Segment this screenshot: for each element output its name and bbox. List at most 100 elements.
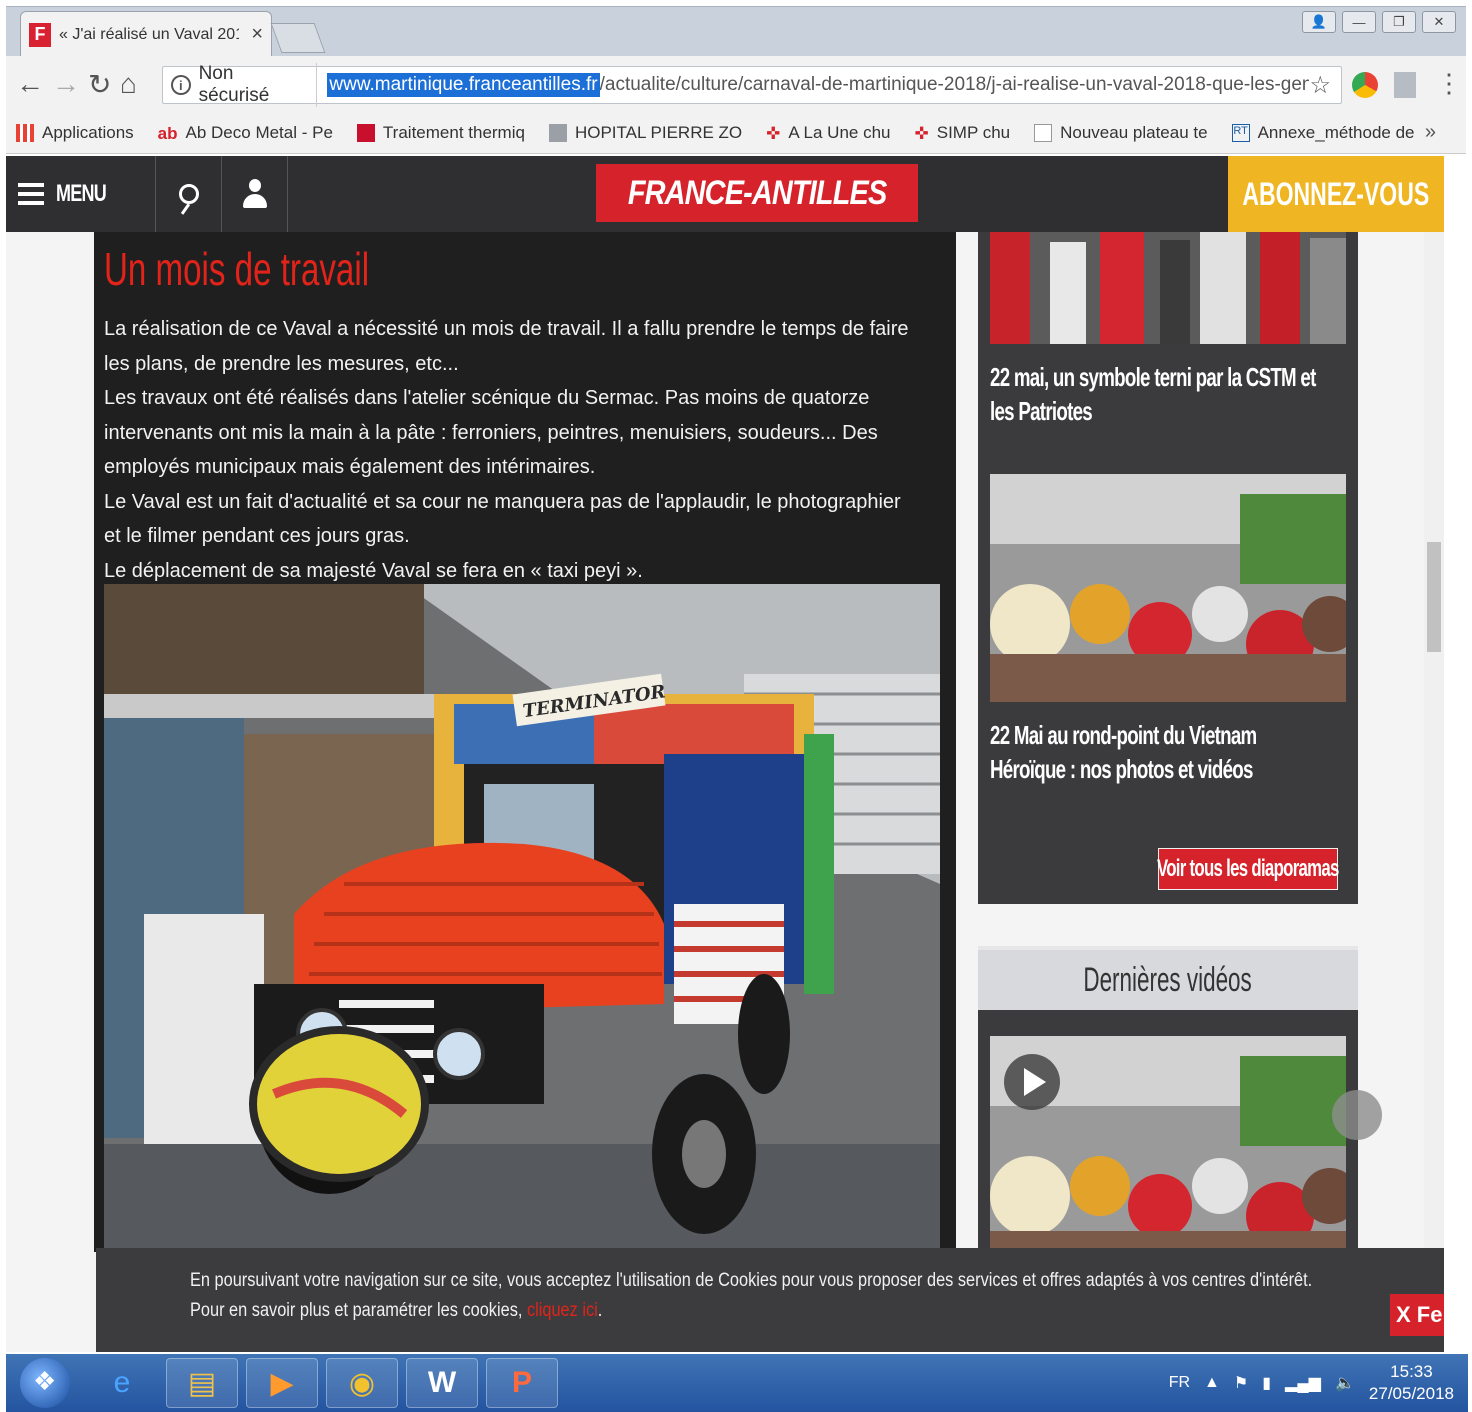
account-button[interactable] — [222, 156, 288, 232]
bookmark-item[interactable]: ✜ A La Une chu — [766, 123, 890, 143]
restore-button[interactable]: ❐ — [1382, 11, 1416, 33]
bookmark-item[interactable]: Nouveau plateau te — [1034, 123, 1208, 143]
powerpoint-icon[interactable]: P — [486, 1358, 558, 1408]
volume-icon[interactable]: 🔈 — [1335, 1373, 1355, 1393]
action-center-flag-icon[interactable]: ⚑ — [1234, 1373, 1248, 1393]
url-host[interactable]: www.martinique.franceantilles.fr — [327, 73, 600, 97]
bookmark-item[interactable]: ✜ SIMP chu — [914, 123, 1010, 143]
network-icon[interactable]: ▂▄▆ — [1285, 1373, 1321, 1393]
clock-date: 27/05/2018 — [1368, 1384, 1454, 1403]
start-button[interactable] — [20, 1358, 70, 1408]
bookmark-favicon-icon — [356, 123, 375, 142]
article-paragraph: Le déplacement de sa majesté Vaval se fe… — [104, 559, 643, 582]
slideshow-thumbnail[interactable] — [990, 232, 1346, 344]
page-icon — [1034, 123, 1053, 142]
system-tray: FR ▲ ⚑ ▮ ▂▄▆ 🔈 15:33 27/05/2018 — [1169, 1354, 1454, 1412]
article-photo: TERMINATOR — [104, 584, 940, 1252]
cross-logo-icon: ✜ — [766, 123, 781, 143]
rt-logo-icon: RT — [1231, 123, 1250, 142]
language-indicator[interactable]: FR — [1169, 1374, 1190, 1392]
home-icon[interactable]: ⌂ — [120, 68, 137, 100]
bookmark-item[interactable]: Traitement thermiq — [356, 123, 525, 143]
site-header: MENU FRANCE-ANTILLES ABONNEZ-VOUS — [6, 156, 1444, 232]
bookmark-star-icon[interactable]: ☆ — [1309, 71, 1331, 100]
forward-arrow-icon[interactable]: → — [52, 68, 80, 100]
close-tab-icon[interactable]: × — [251, 23, 263, 46]
new-tab-button[interactable] — [270, 23, 326, 53]
bookmark-favicon-icon — [548, 123, 567, 142]
info-icon[interactable]: i — [171, 75, 191, 95]
close-window-button[interactable]: ✕ — [1422, 11, 1456, 33]
bookmark-item[interactable]: ab Ab Deco Metal - Pe — [158, 123, 333, 143]
ab-logo-icon: ab — [157, 123, 178, 143]
bookmarks-bar: Applications ab Ab Deco Metal - Pe Trait… — [6, 112, 1466, 154]
scrollbar-thumb[interactable] — [1427, 542, 1441, 652]
extension-icon[interactable] — [1394, 72, 1416, 98]
article-paragraph: La réalisation de ce Vaval a nécessité u… — [104, 318, 909, 375]
search-button[interactable] — [156, 156, 222, 232]
crowd-photo — [990, 232, 1346, 344]
chrome-icon[interactable]: ◉ — [326, 1358, 398, 1408]
cookie-settings-link[interactable]: cliquez ici — [527, 1300, 598, 1321]
subscribe-button[interactable]: ABONNEZ-VOUS — [1228, 156, 1444, 232]
slideshow-caption[interactable]: 22 Mai au rond-point du Vietnam Héroïque… — [990, 718, 1328, 786]
bookmark-item[interactable]: HOPITAL PIERRE ZO — [548, 122, 743, 143]
video-thumbnail[interactable] — [990, 1036, 1346, 1276]
address-bar[interactable]: i Non sécurisé www.martinique.franceanti… — [162, 63, 1342, 107]
search-icon — [178, 184, 199, 204]
more-bookmarks-icon[interactable]: » — [1425, 121, 1436, 144]
cookie-text: En poursuivant votre navigation sur ce s… — [190, 1266, 1351, 1326]
bookmark-label: Applications — [42, 122, 134, 142]
security-status[interactable]: Non sécurisé — [199, 63, 318, 107]
menu-button[interactable]: MENU — [6, 156, 156, 232]
article: Un mois de travail La réalisation de ce … — [94, 232, 956, 1252]
apps-grid-icon — [16, 123, 34, 142]
cross-logo-icon: ✜ — [914, 123, 929, 143]
cookie-close-button[interactable]: X Fermer — [1390, 1294, 1444, 1336]
vaval-taxi-photo: TERMINATOR — [104, 584, 940, 1252]
word-icon[interactable]: W — [406, 1358, 478, 1408]
browser-tab-strip: F « J'ai réalisé un Vaval 201 × 👤 — ❐ ✕ — [6, 6, 1466, 57]
hamburger-icon — [18, 183, 44, 205]
cookie-line-text: Pour en savoir plus et paramétrer les co… — [190, 1300, 523, 1321]
see-all-label: Voir tous les diaporamas — [1157, 855, 1339, 882]
browser-menu-icon[interactable]: ⋮ — [1436, 68, 1462, 99]
battery-icon[interactable]: ▮ — [1262, 1373, 1271, 1393]
bookmark-label: Ab Deco Metal - Pe — [185, 122, 333, 142]
site-favicon-icon: F — [29, 22, 51, 47]
show-hidden-icons-icon[interactable]: ▲ — [1204, 1374, 1220, 1392]
extension-icon[interactable] — [1352, 72, 1378, 98]
article-body: La réalisation de ce Vaval a nécessité u… — [104, 312, 922, 588]
file-explorer-icon[interactable]: ▤ — [166, 1358, 238, 1408]
minimize-button[interactable]: — — [1342, 11, 1376, 33]
see-all-slideshows-button[interactable]: Voir tous les diaporamas — [1157, 848, 1340, 890]
bookmark-label: SIMP chu — [936, 122, 1011, 142]
carousel-next-button[interactable] — [1332, 1090, 1382, 1140]
slideshow-thumbnail[interactable] — [990, 474, 1346, 702]
menu-label: MENU — [56, 180, 107, 207]
profile-button[interactable]: 👤 — [1302, 11, 1336, 33]
tab-title: « J'ai réalisé un Vaval 201 — [59, 25, 239, 43]
page-scrollbar[interactable]: ▼ — [1424, 232, 1444, 1352]
site-logo[interactable]: FRANCE-ANTILLES — [596, 164, 918, 222]
slideshow-sidebar: 22 mai, un symbole terni par la CSTM et … — [978, 232, 1358, 904]
crowd-photo — [990, 474, 1346, 702]
bookmark-label: HOPITAL PIERRE ZO — [574, 122, 743, 142]
cookie-line: Pour en savoir plus et paramétrer les co… — [190, 1296, 1351, 1326]
internet-explorer-icon[interactable]: e — [86, 1358, 158, 1408]
clock[interactable]: 15:33 27/05/2018 — [1369, 1361, 1454, 1405]
bookmark-applications[interactable]: Applications — [16, 123, 134, 143]
play-icon[interactable] — [1004, 1054, 1060, 1110]
article-section-title: Un mois de travail — [104, 243, 370, 295]
browser-tab[interactable]: F « J'ai réalisé un Vaval 201 × — [20, 11, 272, 57]
bookmark-item[interactable]: RT Annexe_méthode de — [1231, 123, 1414, 143]
back-arrow-icon[interactable]: ← — [16, 68, 44, 100]
latest-videos-title: Dernières vidéos — [1083, 960, 1253, 999]
reload-icon[interactable]: ↻ — [88, 68, 111, 101]
media-player-icon[interactable]: ▶ — [246, 1358, 318, 1408]
slideshow-caption[interactable]: 22 mai, un symbole terni par la CSTM et … — [990, 360, 1328, 428]
logo-text: FRANCE-ANTILLES — [627, 173, 887, 212]
windows-taskbar: e ▤ ▶ ◉ W P FR ▲ ⚑ ▮ ▂▄▆ 🔈 15:33 27/05/2… — [6, 1354, 1468, 1412]
clock-time: 15:33 — [1390, 1362, 1433, 1381]
url-path[interactable]: /actualite/culture/carnaval-de-martiniqu… — [600, 74, 1310, 96]
